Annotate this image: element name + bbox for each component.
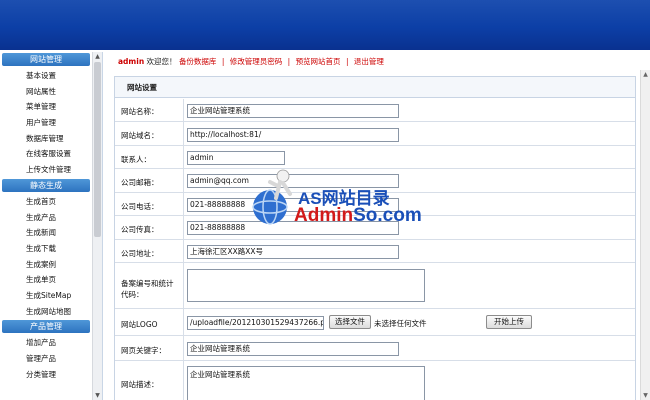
scroll-down-icon[interactable]: ▼ (641, 391, 650, 400)
sidebar-item-add-product[interactable]: 增加产品 (0, 335, 92, 351)
field-label: 公司邮箱： (121, 178, 159, 187)
sidebar-item-user-management[interactable]: 用户管理 (0, 115, 92, 131)
scroll-up-icon[interactable]: ▲ (641, 70, 650, 79)
sidebar-menu: 网站管理 基本设置 网站属性 菜单管理 用户管理 数据库管理 在线客服设置 上传… (0, 52, 92, 382)
form-row-address: 公司地址： 上海徐汇区XX路XX号 (115, 240, 635, 263)
globe-mascot-icon (252, 169, 292, 225)
sidebar-item-basic-settings[interactable]: 基本设置 (0, 68, 92, 84)
logo-path-input[interactable]: /uploadfile/201210301529437266.png (187, 316, 324, 330)
column-divider (183, 122, 184, 145)
sidebar-section-site[interactable]: 网站管理 (2, 53, 90, 66)
sidebar-section-static[interactable]: 静态生成 (2, 178, 90, 192)
column-divider (183, 361, 184, 400)
logout-link[interactable]: 退出管理 (354, 57, 384, 66)
column-divider (183, 263, 184, 308)
watermark-so: So.com (353, 205, 422, 226)
main-scrollbar[interactable]: ▲ ▼ (640, 70, 650, 400)
sidebar-scrollbar[interactable]: ▲ ▼ (92, 52, 102, 400)
column-divider (183, 146, 184, 168)
sidebar-item-gen-site-map[interactable]: 生成网站地图 (0, 304, 92, 320)
sidebar-section-products[interactable]: 产品管理 (2, 320, 90, 334)
top-link-bar: admin 欢迎您！ 备份数据库 | 修改管理员密码 | 预览网站首页 | 退出… (118, 56, 638, 68)
field-label: 联系人： (121, 155, 151, 164)
address-input[interactable]: 上海徐汇区XX路XX号 (187, 245, 399, 259)
column-divider (183, 240, 184, 262)
sidebar-item-gen-news[interactable]: 生成新闻 (0, 225, 92, 241)
sidebar-item-gen-sitemap[interactable]: 生成SiteMap (0, 288, 92, 304)
column-divider (183, 193, 184, 215)
sidebar-item-gen-downloads[interactable]: 生成下载 (0, 241, 92, 257)
column-divider (183, 99, 184, 121)
form-row-description: 网站描述： 企业网站管理系统 (115, 361, 635, 400)
field-label: 网站名称： (121, 107, 159, 116)
column-divider (183, 216, 184, 239)
link-divider: | (221, 57, 225, 66)
sidebar-item-online-service[interactable]: 在线客服设置 (0, 146, 92, 162)
column-divider (183, 309, 184, 335)
site-settings-panel: 网站设置 网站名称： 企业网站管理系统 网站域名： http://localho… (114, 76, 636, 400)
panel-title: 网站设置 (115, 77, 635, 98)
link-divider: | (287, 57, 291, 66)
watermark-line2: AdminSo.com (294, 205, 422, 227)
site-name-input[interactable]: 企业网站管理系统 (187, 104, 399, 118)
sidebar-item-gen-home[interactable]: 生成首页 (0, 194, 92, 210)
sidebar-item-menu-management[interactable]: 菜单管理 (0, 99, 92, 115)
field-label: 网站描述： (121, 380, 159, 389)
domain-input[interactable]: http://localhost:81/ (187, 128, 399, 142)
column-divider (183, 336, 184, 360)
link-divider: | (345, 57, 349, 66)
start-upload-button[interactable]: 开始上传 (486, 315, 532, 329)
sidebar-item-gen-cases[interactable]: 生成案例 (0, 257, 92, 273)
sidebar-item-gen-products[interactable]: 生成产品 (0, 210, 92, 226)
field-label: 网站域名： (121, 131, 159, 140)
sidebar: 网站管理 基本设置 网站属性 菜单管理 用户管理 数据库管理 在线客服设置 上传… (0, 52, 103, 400)
sidebar-item-database[interactable]: 数据库管理 (0, 131, 92, 147)
backup-database-link[interactable]: 备份数据库 (179, 57, 217, 66)
field-label: 代码： (121, 290, 144, 299)
form-row-icp: 备案编号和统计 代码： (115, 263, 635, 309)
keywords-input[interactable]: 企业网站管理系统 (187, 342, 399, 356)
field-label: 网站LOGO (121, 320, 158, 329)
welcome-text: 欢迎您！ (146, 57, 177, 66)
field-label: 公司传真： (121, 225, 159, 234)
field-label: 公司地址： (121, 249, 159, 258)
watermark-admin: Admin (294, 205, 354, 226)
scroll-down-icon[interactable]: ▼ (93, 391, 102, 400)
sidebar-item-categories[interactable]: 分类管理 (0, 367, 92, 383)
description-textarea[interactable]: 企业网站管理系统 (187, 366, 425, 400)
field-label: 备案编号和统计 (121, 279, 174, 288)
change-password-link[interactable]: 修改管理员密码 (230, 57, 283, 66)
field-label: 网页关键字： (121, 346, 166, 355)
sidebar-scroll-thumb[interactable] (94, 62, 101, 237)
field-label: 公司电话： (121, 202, 159, 211)
form-row-keywords: 网页关键字： 企业网站管理系统 (115, 336, 635, 361)
form-row-logo: 网站LOGO /uploadfile/201210301529437266.pn… (115, 309, 635, 336)
top-banner (0, 0, 650, 50)
form-row-site-name: 网站名称： 企业网站管理系统 (115, 99, 635, 122)
sidebar-item-manage-products[interactable]: 管理产品 (0, 351, 92, 367)
watermark-logo: AS网站目录 AdminSo.com (250, 162, 422, 232)
sidebar-item-site-properties[interactable]: 网站属性 (0, 84, 92, 100)
sidebar-item-gen-pages[interactable]: 生成单页 (0, 272, 92, 288)
preview-home-link[interactable]: 预览网站首页 (296, 57, 341, 66)
current-user: admin (118, 57, 145, 66)
icp-code-textarea[interactable] (187, 269, 425, 302)
form-row-domain: 网站域名： http://localhost:81/ (115, 122, 635, 146)
sidebar-item-upload-files[interactable]: 上传文件管理 (0, 162, 92, 178)
scroll-up-icon[interactable]: ▲ (93, 52, 102, 61)
no-file-text: 未选择任何文件 (374, 319, 427, 328)
column-divider (183, 169, 184, 192)
choose-file-button[interactable]: 选择文件 (329, 315, 371, 329)
